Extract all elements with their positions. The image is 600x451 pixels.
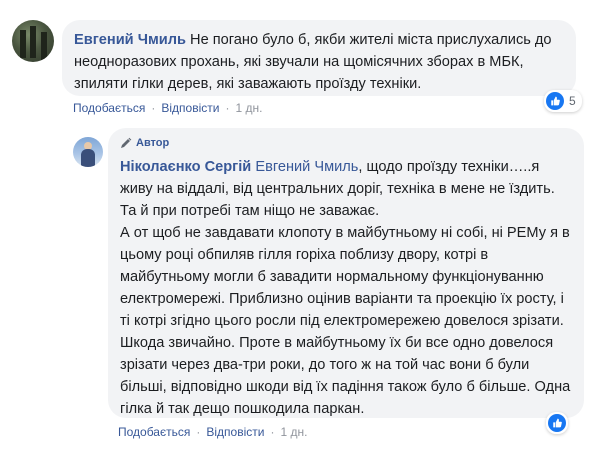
reply-actions: Подобається · Відповісти · 1 дн. <box>118 425 307 439</box>
reaction-badge[interactable] <box>546 412 568 434</box>
comment-actions: Подобається · Відповісти · 1 дн. <box>73 101 262 115</box>
comment-bubble: Евгений Чмиль Не погано було б, якби жит… <box>62 20 576 96</box>
separator-dot: · <box>196 425 201 439</box>
separator-dot: · <box>270 425 275 439</box>
reply-bubble: Автор Ніколаєнко Сергій Евгений Чмиль, щ… <box>108 128 584 418</box>
like-button[interactable]: Подобається <box>118 425 190 439</box>
avatar[interactable] <box>12 20 54 62</box>
reply-button[interactable]: Відповісти <box>206 425 264 439</box>
like-icon <box>548 414 566 432</box>
pencil-icon <box>120 137 132 149</box>
author-badge-label: Автор <box>136 137 170 149</box>
reply-paragraph: А от щоб не завдавати клопоту в майбутнь… <box>120 225 571 417</box>
reply-button[interactable]: Відповісти <box>161 101 219 115</box>
comment-author[interactable]: Ніколаєнко Сергій <box>120 159 251 175</box>
reaction-count-badge[interactable]: 5 <box>544 90 582 112</box>
like-icon <box>546 92 564 110</box>
avatar[interactable] <box>73 137 103 167</box>
separator-dot: · <box>225 101 230 115</box>
author-badge: Автор <box>120 136 572 150</box>
reply-paragraph: Ніколаєнко Сергій Евгений Чмиль, щодо пр… <box>120 156 572 222</box>
comment-author[interactable]: Евгений Чмиль <box>74 32 186 48</box>
separator-dot: · <box>151 101 156 115</box>
mention-link[interactable]: Евгений Чмиль <box>255 159 358 175</box>
like-button[interactable]: Подобається <box>73 101 145 115</box>
timestamp[interactable]: 1 дн. <box>280 425 307 439</box>
timestamp[interactable]: 1 дн. <box>235 101 262 115</box>
reaction-count: 5 <box>569 94 576 108</box>
